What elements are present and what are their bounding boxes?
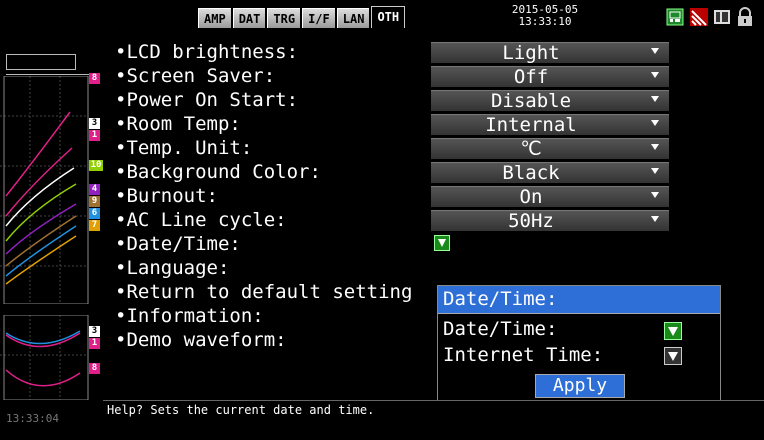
setting-ac-line-cycle: •AC Line cycle: 50Hz [103,208,764,232]
channel-marker: 1 [89,130,100,141]
tab-if[interactable]: I/F [302,8,335,28]
setting-label: •Date/Time: [115,233,241,255]
setting-label: •Language: [115,257,230,279]
room-temp-select[interactable]: Internal [431,114,669,136]
screen-saver-select[interactable]: Off [431,66,669,88]
temp-unit-select[interactable]: ℃ [431,138,669,160]
channel-marker: 7 [89,220,100,231]
channel-marker: 1 [89,338,100,349]
channel-marker: 3 [89,326,100,337]
help-bar: Help? Sets the current date and time. [103,400,764,440]
dropdown-arrow-icon [651,192,659,198]
setting-screen-saver: •Screen Saver: Off [103,64,764,88]
tab-oth[interactable]: OTH [371,6,406,28]
setting-power-on-start: •Power On Start: Disable [103,88,764,112]
date-time-popup: Date/Time: Date/Time: Internet Time: App… [437,285,721,402]
dropdown-arrow-icon [651,72,659,78]
elapsed-clock: 13:33:04 [6,412,59,425]
datetime-display: 2015-05-05 13:33:10 [500,4,590,28]
channel-marker: 9 [89,196,100,207]
channel-marker: 8 [89,73,100,84]
network-signal-icon [689,7,709,27]
menu-tabs: AMP DAT TRG I/F LAN OTH [198,6,407,28]
trend-graph-bottom [0,315,89,400]
setting-label: •Temp. Unit: [115,137,253,159]
apply-button[interactable]: Apply [535,374,625,398]
setting-label: •Power On Start: [115,89,299,111]
channel-marker: 10 [89,160,103,171]
help-text: Help? Sets the current date and time. [107,403,375,417]
top-bar: AMP DAT TRG I/F LAN OTH 2015-05-05 13:33… [0,0,764,34]
monitor-panel: 8 3 1 10 4 9 6 7 3 1 8 [0,34,103,404]
setting-room-temp: •Room Temp: Internal [103,112,764,136]
dropdown-arrow-icon [651,216,659,222]
tab-dat[interactable]: DAT [232,8,266,28]
memory-card-icon [666,7,686,27]
date-time-checkbox[interactable] [664,322,682,340]
tab-lan[interactable]: LAN [336,8,370,28]
dropdown-arrow-icon [651,96,659,102]
power-on-start-select[interactable]: Disable [431,90,669,112]
channel-marker: 6 [89,208,100,219]
date-time-checkbox[interactable] [434,235,450,251]
setting-label: •Screen Saver: [115,65,276,87]
popup-row-date-time: Date/Time: [443,318,558,340]
popup-title-bar: Date/Time: [438,286,720,314]
channel-marker: 3 [89,118,100,129]
battery-icon [712,7,732,27]
setting-label: •Return to default setting [115,281,413,303]
ac-line-cycle-select[interactable]: 50Hz [431,210,669,232]
internet-time-checkbox[interactable] [664,347,682,365]
lcd-brightness-select[interactable]: Light [431,42,669,64]
setting-label: •Information: [115,305,264,327]
lock-icon [735,7,755,27]
setting-label: •Demo waveform: [115,329,287,351]
setting-label: •AC Line cycle: [115,209,287,231]
tab-amp[interactable]: AMP [198,8,231,28]
trend-graph-top [0,76,89,304]
setting-lcd-brightness: •LCD brightness: Light [103,40,764,64]
setting-label: •Room Temp: [115,113,241,135]
setting-background-color: •Background Color: Black [103,160,764,184]
popup-row-internet-time: Internet Time: [443,344,604,366]
setting-temp-unit: •Temp. Unit: ℃ [103,136,764,160]
setting-burnout: •Burnout: On [103,184,764,208]
dropdown-arrow-icon [651,144,659,150]
dropdown-arrow-icon [651,168,659,174]
status-icons [666,7,758,27]
setting-label: •LCD brightness: [115,41,299,63]
setting-date-time: •Date/Time: [103,232,764,256]
dropdown-arrow-icon [651,48,659,54]
popup-title: Date/Time: [443,288,558,310]
background-color-select[interactable]: Black [431,162,669,184]
channel-marker: 8 [89,363,100,374]
channel-marker: 4 [89,184,100,195]
time-text: 13:33:10 [518,15,572,28]
tab-trg[interactable]: TRG [267,8,301,28]
setting-label: •Burnout: [115,185,218,207]
dropdown-arrow-icon [651,120,659,126]
setting-label: •Background Color: [115,161,321,183]
burnout-select[interactable]: On [431,186,669,208]
digital-value-box [6,54,76,70]
setting-language[interactable]: •Language: [103,256,764,280]
